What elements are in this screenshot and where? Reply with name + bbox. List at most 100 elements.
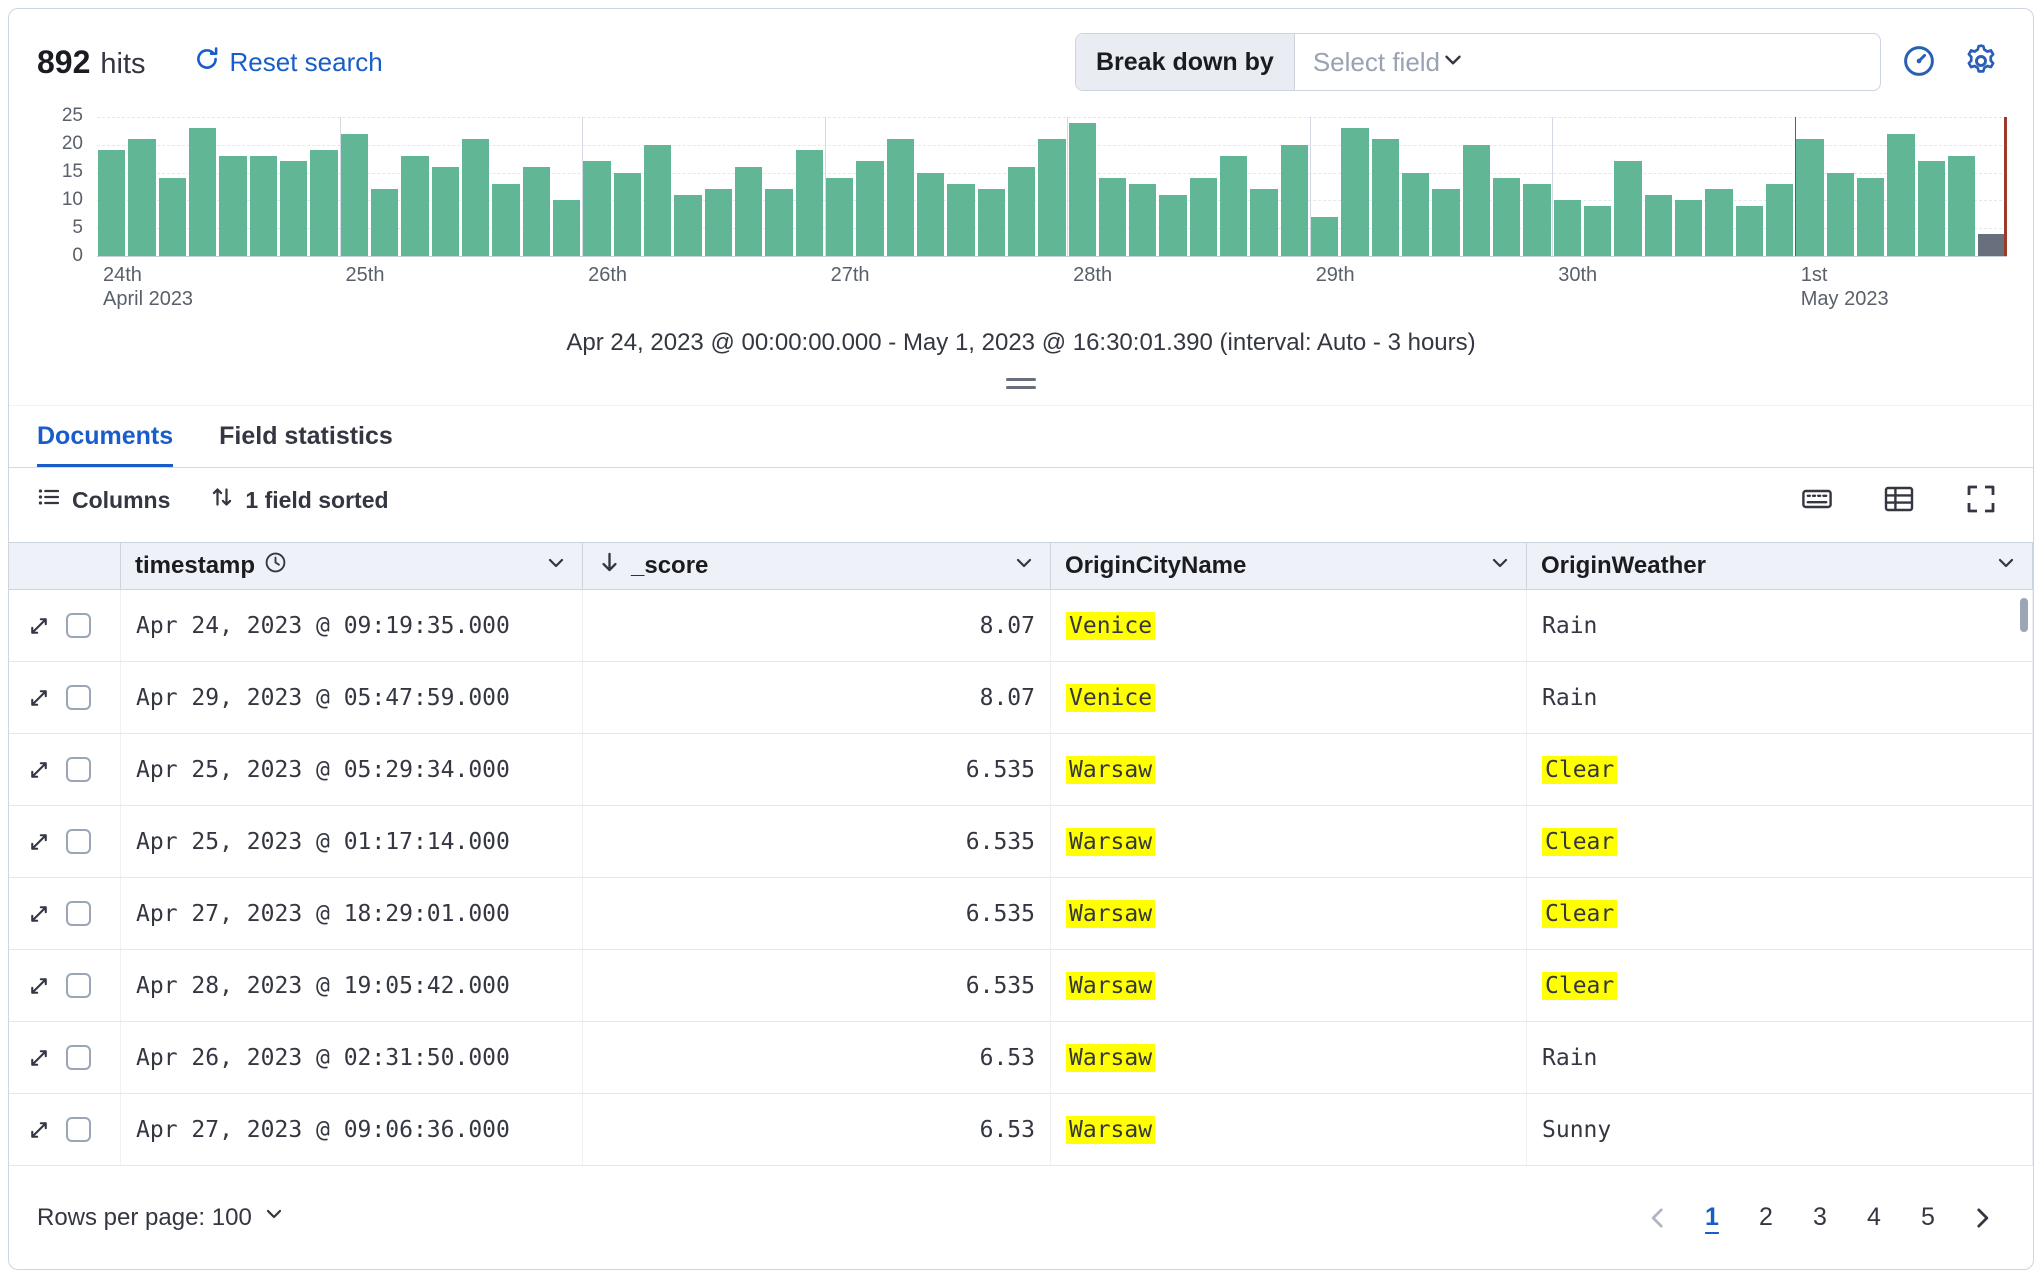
score-cell[interactable]: 6.53 xyxy=(583,1022,1051,1093)
page-button-3[interactable]: 3 xyxy=(1797,1195,1843,1241)
expand-row-icon[interactable] xyxy=(27,686,51,710)
histogram-bar[interactable] xyxy=(340,133,368,256)
histogram-bar[interactable] xyxy=(916,172,945,256)
histogram-bar[interactable] xyxy=(1644,194,1673,256)
histogram-bar[interactable] xyxy=(674,194,702,256)
page-button-4[interactable]: 4 xyxy=(1851,1195,1897,1241)
origin-city-cell[interactable]: Warsaw xyxy=(1051,1094,1527,1165)
page-button-5[interactable]: 5 xyxy=(1905,1195,1951,1241)
histogram-bar[interactable] xyxy=(1887,133,1915,256)
histogram-bar[interactable] xyxy=(1189,178,1218,256)
rows-per-page-button[interactable]: Rows per page: 100 xyxy=(37,1202,286,1233)
previous-page-button[interactable] xyxy=(1635,1195,1681,1241)
histogram-bar[interactable] xyxy=(734,167,763,256)
timestamp-cell[interactable]: Apr 29, 2023 @ 05:47:59.000 xyxy=(121,662,583,733)
header-score[interactable]: _score xyxy=(583,543,1051,589)
histogram-bar[interactable] xyxy=(1614,161,1642,256)
histogram-bar[interactable] xyxy=(825,178,854,256)
score-cell[interactable]: 8.07 xyxy=(583,662,1051,733)
histogram-bar[interactable] xyxy=(1826,172,1855,256)
chevron-down-icon[interactable] xyxy=(544,551,568,582)
histogram-bar[interactable] xyxy=(1917,161,1946,256)
histogram-bar[interactable] xyxy=(522,167,550,256)
histogram-bar[interactable] xyxy=(310,150,338,256)
histogram-bar[interactable] xyxy=(279,161,308,256)
histogram-bar[interactable] xyxy=(1584,205,1612,256)
timestamp-cell[interactable]: Apr 25, 2023 @ 05:29:34.000 xyxy=(121,734,583,805)
histogram-bar[interactable] xyxy=(1007,167,1036,256)
histogram-bar[interactable] xyxy=(370,189,399,256)
row-checkbox[interactable] xyxy=(66,685,91,710)
origin-city-cell[interactable]: Warsaw xyxy=(1051,878,1527,949)
expand-row-icon[interactable] xyxy=(27,1118,51,1142)
histogram-bar[interactable] xyxy=(1978,233,2006,256)
histogram-bar[interactable] xyxy=(1341,128,1369,256)
histogram-bar[interactable] xyxy=(219,155,247,256)
histogram-bar[interactable] xyxy=(856,161,884,256)
histogram-bar[interactable] xyxy=(249,155,277,256)
histogram-settings-button[interactable] xyxy=(1957,38,2005,86)
histogram-bar[interactable] xyxy=(1705,189,1733,256)
histogram-bar[interactable] xyxy=(1432,189,1460,256)
chevron-down-icon[interactable] xyxy=(1012,551,1036,582)
resize-handle[interactable] xyxy=(9,361,2033,405)
histogram-bar[interactable] xyxy=(1371,139,1400,256)
vertical-scrollbar[interactable] xyxy=(2020,598,2028,632)
histogram-bar[interactable] xyxy=(431,167,459,256)
expand-row-icon[interactable] xyxy=(27,830,51,854)
histogram-plot[interactable] xyxy=(97,117,2007,257)
row-checkbox[interactable] xyxy=(66,973,91,998)
histogram-bar[interactable] xyxy=(1038,139,1066,256)
origin-city-cell[interactable]: Venice xyxy=(1051,590,1527,661)
histogram-bar[interactable] xyxy=(1735,205,1764,256)
histogram-bar[interactable] xyxy=(947,183,975,256)
histogram-bar[interactable] xyxy=(704,189,732,256)
histogram-bar[interactable] xyxy=(1402,172,1430,256)
timestamp-cell[interactable]: Apr 25, 2023 @ 01:17:14.000 xyxy=(121,806,583,877)
histogram-bar[interactable] xyxy=(128,139,156,256)
row-checkbox[interactable] xyxy=(66,613,91,638)
origin-city-cell[interactable]: Warsaw xyxy=(1051,1022,1527,1093)
score-cell[interactable]: 6.535 xyxy=(583,950,1051,1021)
origin-weather-cell[interactable]: Rain xyxy=(1527,590,2033,661)
histogram-bar[interactable] xyxy=(1129,183,1157,256)
origin-weather-cell[interactable]: Rain xyxy=(1527,662,2033,733)
score-cell[interactable]: 6.535 xyxy=(583,734,1051,805)
origin-weather-cell[interactable]: Clear xyxy=(1527,806,2033,877)
histogram-bar[interactable] xyxy=(1462,144,1491,256)
expand-row-icon[interactable] xyxy=(27,902,51,926)
histogram-bar[interactable] xyxy=(765,189,793,256)
histogram-bar[interactable] xyxy=(1250,189,1278,256)
histogram-bar[interactable] xyxy=(1493,178,1521,256)
histogram-bar[interactable] xyxy=(401,155,429,256)
score-cell[interactable]: 6.535 xyxy=(583,806,1051,877)
origin-city-cell[interactable]: Warsaw xyxy=(1051,806,1527,877)
histogram-bar[interactable] xyxy=(1220,155,1248,256)
row-checkbox[interactable] xyxy=(66,1117,91,1142)
origin-city-cell[interactable]: Warsaw xyxy=(1051,950,1527,1021)
page-button-1[interactable]: 1 xyxy=(1689,1195,1735,1241)
histogram-bar[interactable] xyxy=(1675,200,1703,256)
keyboard-shortcuts-button[interactable] xyxy=(1793,476,1841,524)
reset-search-button[interactable]: Reset search xyxy=(194,46,383,79)
expand-row-icon[interactable] xyxy=(27,614,51,638)
origin-city-cell[interactable]: Venice xyxy=(1051,662,1527,733)
expand-row-icon[interactable] xyxy=(27,1046,51,1070)
histogram-bar[interactable] xyxy=(583,161,611,256)
histogram-bar[interactable] xyxy=(643,144,672,256)
origin-weather-cell[interactable]: Rain xyxy=(1527,1022,2033,1093)
histogram-bar[interactable] xyxy=(1553,200,1582,256)
timestamp-cell[interactable]: Apr 26, 2023 @ 02:31:50.000 xyxy=(121,1022,583,1093)
page-button-2[interactable]: 2 xyxy=(1743,1195,1789,1241)
origin-weather-cell[interactable]: Clear xyxy=(1527,734,2033,805)
timestamp-cell[interactable]: Apr 27, 2023 @ 18:29:01.000 xyxy=(121,878,583,949)
histogram-bar[interactable] xyxy=(461,139,490,256)
histogram-bar[interactable] xyxy=(1523,183,1551,256)
origin-weather-cell[interactable]: Clear xyxy=(1527,878,2033,949)
origin-city-cell[interactable]: Warsaw xyxy=(1051,734,1527,805)
header-origin-city[interactable]: OriginCityName xyxy=(1051,543,1527,589)
histogram-bar[interactable] xyxy=(158,178,186,256)
origin-weather-cell[interactable]: Clear xyxy=(1527,950,2033,1021)
score-cell[interactable]: 6.53 xyxy=(583,1094,1051,1165)
tab-documents[interactable]: Documents xyxy=(37,422,173,467)
